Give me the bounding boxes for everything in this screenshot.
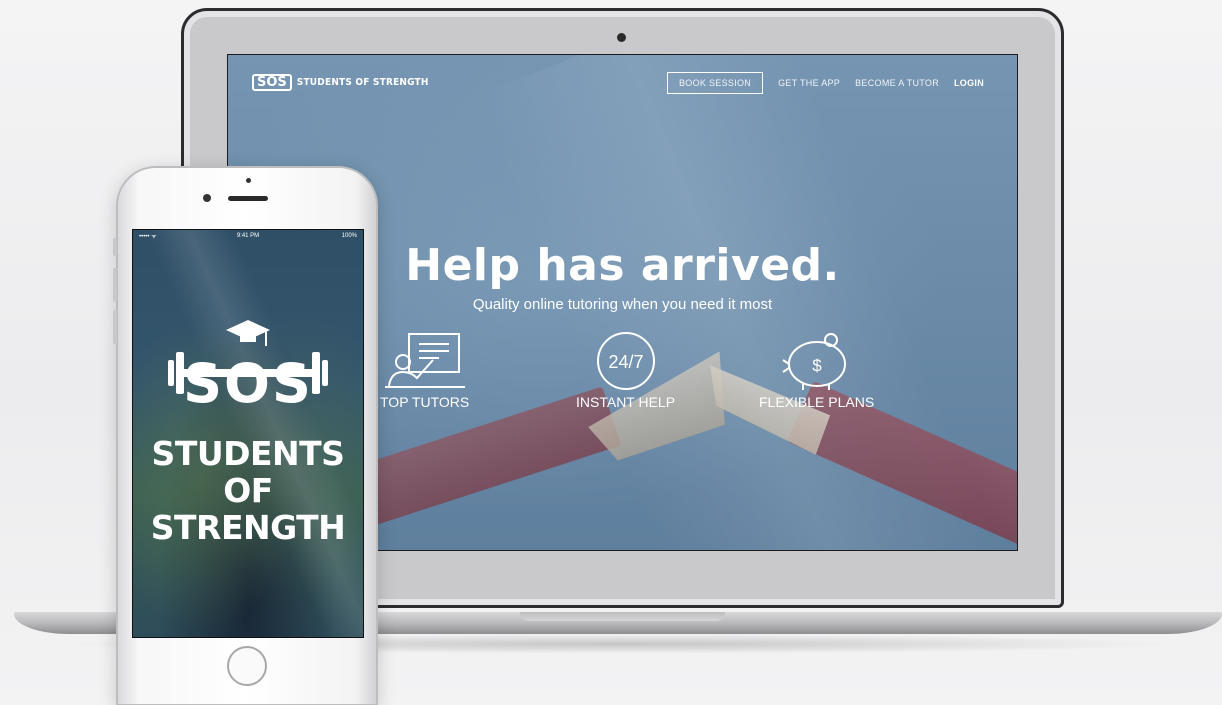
feature-label: INSTANT HELP [576, 394, 676, 410]
phone-screen: ••••• ᯤ 9:41 PM 100% SOS STUDENTS OF STR… [132, 229, 364, 638]
sos-barbell-logo-icon: SOS [168, 320, 328, 410]
feature-label: FLEXIBLE PLANS [759, 394, 875, 410]
phone-volume-down [113, 310, 117, 344]
app-title: STUDENTS OF STRENGTH [133, 435, 363, 546]
nav-links: BOOK SESSION GET THE APP BECOME A TUTOR … [666, 72, 984, 94]
phone-speaker [228, 196, 268, 201]
piggy-bank-icon: $ [782, 333, 846, 390]
feature-top-tutors: TOP TUTORS [380, 330, 469, 410]
tutor-whiteboard-icon [384, 333, 465, 388]
status-bar: ••••• ᯤ 9:41 PM 100% [133, 230, 363, 242]
status-time: 9:41 PM [236, 233, 260, 239]
laptop-camera [617, 33, 626, 42]
feature-flexible-plans: $ FLEXIBLE PLANS [759, 330, 874, 410]
top-nav: SOS STUDENTS OF STRENGTH BOOK SESSION GE… [228, 55, 1017, 113]
logo-letters: SOS [183, 352, 313, 410]
feature-instant-help: 24/7 INSTANT HELP [576, 330, 675, 410]
feature-label: TOP TUTORS [380, 394, 470, 410]
phone-device: ••••• ᯤ 9:41 PM 100% SOS STUDENTS OF STR… [113, 166, 378, 705]
piggy-bank-dollar: $ [812, 356, 822, 375]
brand-name: STUDENTS OF STRENGTH [296, 77, 429, 88]
get-the-app-link[interactable]: GET THE APP [778, 78, 840, 88]
phone-proximity-sensor [246, 178, 251, 183]
book-session-button[interactable]: BOOK SESSION [666, 72, 764, 94]
home-button[interactable] [227, 646, 267, 686]
clock-24-7-icon: 24/7 [596, 332, 655, 390]
brand-link[interactable]: SOS STUDENTS OF STRENGTH [252, 74, 429, 91]
app-title-line: STUDENTS [151, 434, 345, 473]
sos-logo-icon: SOS [252, 74, 292, 91]
login-link[interactable]: LOGIN [954, 78, 984, 88]
phone-volume-up [113, 268, 117, 302]
phone-mute-switch [113, 238, 117, 256]
clock-24-7-text: 24/7 [608, 352, 643, 372]
become-a-tutor-link[interactable]: BECOME A TUTOR [855, 78, 939, 88]
app-title-line: OF [223, 471, 273, 510]
sos-logo: SOS [133, 318, 363, 410]
phone-front-camera [203, 194, 211, 202]
laptop-notch [520, 612, 725, 621]
app-title-line: STRENGTH [150, 508, 346, 547]
